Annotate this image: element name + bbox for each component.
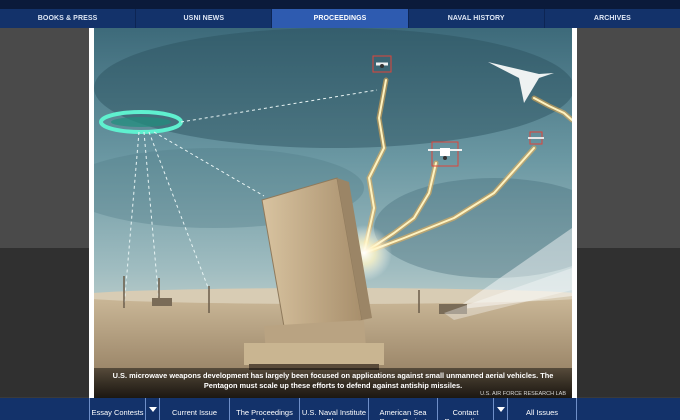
right-gutter-lower: [577, 248, 680, 397]
subnav-american-sea-power[interactable]: American Sea Power Project: [368, 398, 437, 420]
microwave-weapon-illustration: [94, 28, 572, 398]
nav-archives[interactable]: ARCHIVES: [545, 9, 680, 28]
chevron-down-icon: [148, 406, 157, 412]
subnav-all-issues[interactable]: All Issues: [507, 398, 577, 420]
caption-text: U.S. microwave weapons development has l…: [112, 371, 554, 390]
right-gutter: [577, 28, 680, 248]
top-strip: [0, 0, 680, 9]
contact-dropdown[interactable]: [493, 398, 507, 420]
nav-books-press[interactable]: BOOKS & PRESS: [0, 9, 137, 28]
left-gutter-lower: [0, 248, 89, 397]
essay-contests-dropdown[interactable]: [145, 398, 159, 420]
nav-proceedings[interactable]: PROCEEDINGS: [272, 9, 409, 28]
proceedings-subnav: Essay Contests Current Issue The Proceed…: [0, 398, 680, 420]
nav-usni-news[interactable]: USNI NEWS: [136, 9, 273, 28]
chevron-down-icon: [496, 406, 505, 412]
subnav-essay-contests[interactable]: Essay Contests: [89, 398, 145, 420]
subnav-contact-proceedings[interactable]: Contact Proceedings: [437, 398, 493, 420]
nav-naval-history[interactable]: NAVAL HISTORY: [409, 9, 545, 28]
article-figure: U.S. microwave weapons development has l…: [89, 28, 577, 398]
figure-caption: U.S. microwave weapons development has l…: [94, 368, 572, 398]
top-navigation: BOOKS & PRESS USNI NEWS PROCEEDINGS NAVA…: [0, 9, 680, 28]
subnav-proceedings-podcast[interactable]: The Proceedings Podcast: [229, 398, 299, 420]
left-gutter: [0, 28, 89, 248]
photo-credit: U.S. AIR FORCE RESEARCH LAB: [480, 391, 566, 397]
subnav-naval-institute-blog[interactable]: U.S. Naval Institute Blog: [299, 398, 368, 420]
illustration-svg: [94, 28, 572, 398]
subnav-current-issue[interactable]: Current Issue: [159, 398, 229, 420]
